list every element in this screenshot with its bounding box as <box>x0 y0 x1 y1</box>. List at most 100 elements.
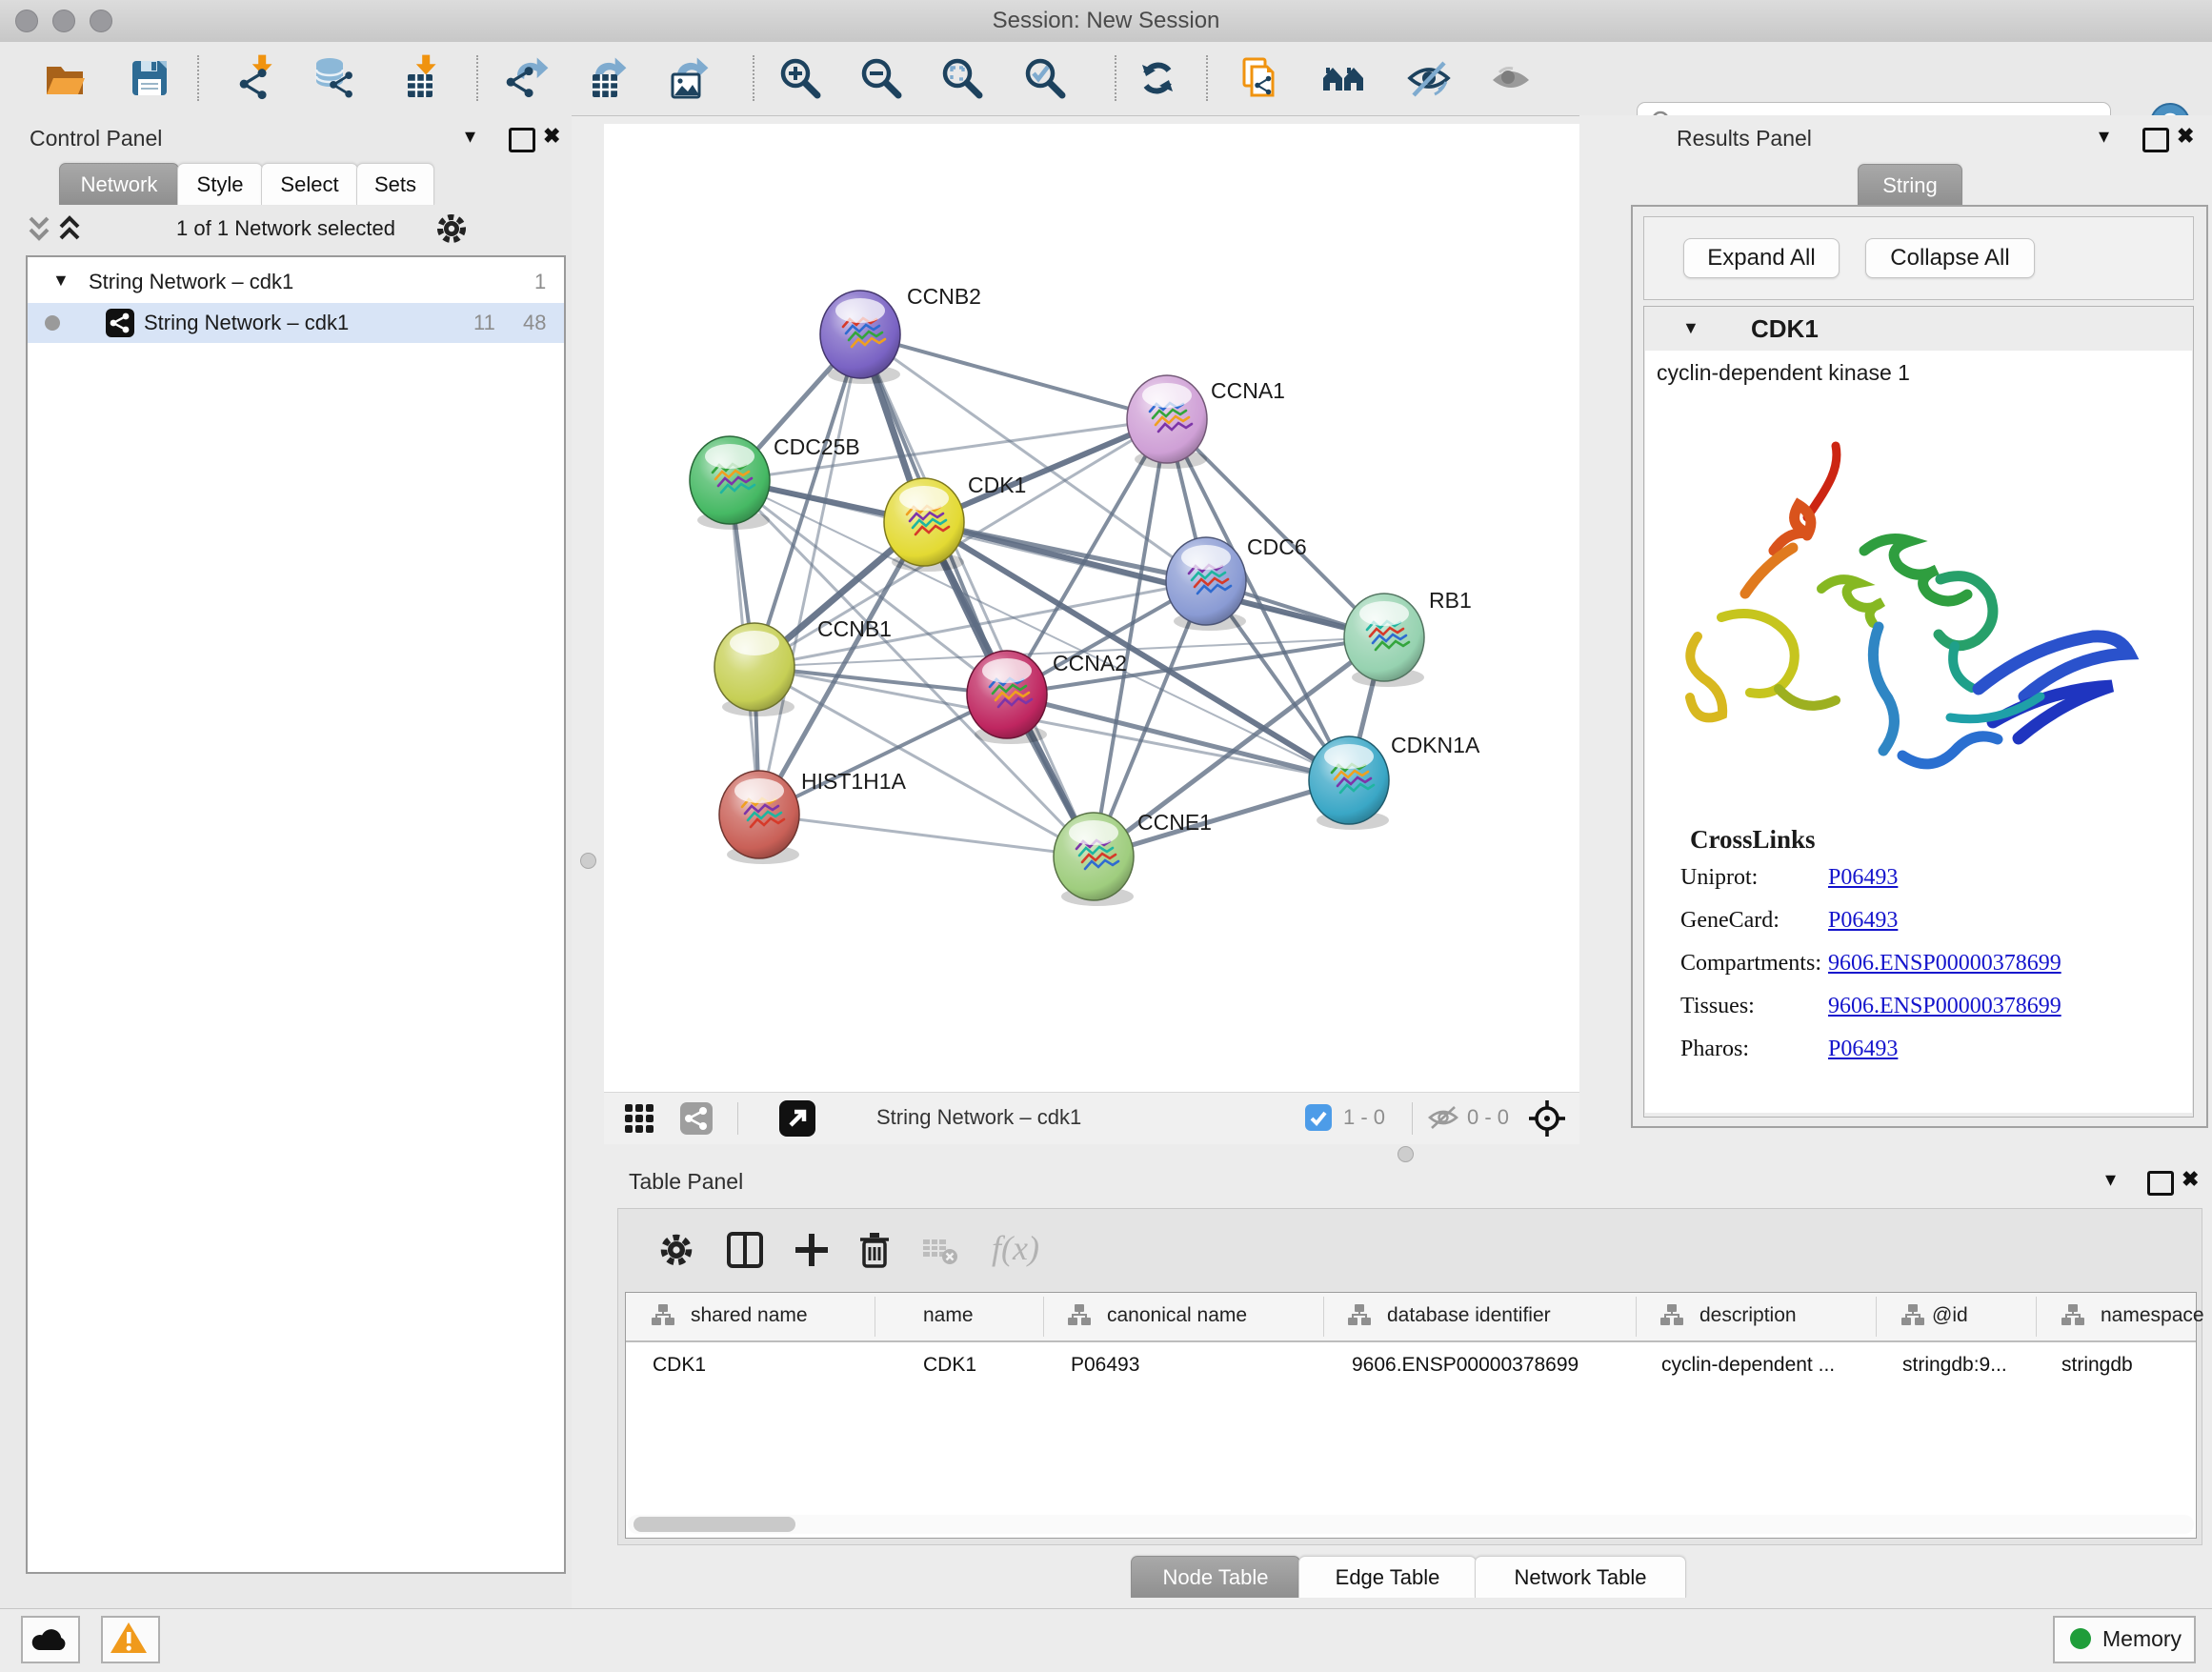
table-panel-menu-icon[interactable]: ▾ <box>2105 1169 2116 1190</box>
table-cell[interactable]: 9606.ENSP00000378699 <box>1352 1354 1579 1377</box>
column-divider[interactable] <box>1876 1297 1877 1337</box>
control-panel-float-icon[interactable] <box>509 128 535 152</box>
tab-sets[interactable]: Sets <box>356 163 434 205</box>
selected-checkbox-icon[interactable] <box>1305 1104 1332 1136</box>
table-columns-icon[interactable] <box>725 1230 765 1275</box>
node-table[interactable]: shared name name canonical name database id… <box>625 1292 2197 1539</box>
edge-CCNB2-HIST1H1A[interactable] <box>759 334 860 815</box>
table-panel-close-icon[interactable]: ✖ <box>2182 1169 2199 1190</box>
collapse-all-button[interactable]: Collapse All <box>1865 238 2035 278</box>
control-panel-title: Control Panel <box>30 126 162 151</box>
node-CDKN1A[interactable]: CDKN1A <box>1309 733 1480 830</box>
tab-select[interactable]: Select <box>261 163 358 205</box>
left-splitter-handle[interactable] <box>580 853 596 869</box>
results-panel-float-icon[interactable] <box>2142 128 2169 152</box>
tab-string[interactable]: String <box>1858 164 1962 206</box>
export-network-icon[interactable] <box>500 52 552 104</box>
table-cell[interactable]: CDK1 <box>923 1354 976 1377</box>
network-share-icon[interactable] <box>680 1102 713 1139</box>
table-add-column-icon[interactable] <box>792 1230 832 1275</box>
results-panel-menu-icon[interactable]: ▾ <box>2099 126 2109 147</box>
refresh-icon[interactable] <box>1132 52 1183 104</box>
zoom-selected-icon[interactable] <box>1019 52 1071 104</box>
save-icon[interactable] <box>124 52 175 104</box>
crosslink-link[interactable]: P06493 <box>1828 1037 1898 1062</box>
column-header-description[interactable]: description <box>1699 1304 1797 1327</box>
crosslink-link[interactable]: P06493 <box>1828 865 1898 891</box>
column-divider[interactable] <box>2036 1297 2037 1337</box>
node-RB1[interactable]: RB1 <box>1344 588 1472 687</box>
network-graph[interactable]: CCNB2CCNA1CDC25BCDK1CDC6RB1CCNB1CCNA2CDK… <box>604 124 1579 1092</box>
memory-button[interactable]: Memory <box>2053 1616 2196 1663</box>
table-delete-icon[interactable] <box>855 1230 895 1275</box>
gene-header[interactable]: ▼ CDK1 <box>1644 307 2193 351</box>
crosslink-link[interactable]: 9606.ENSP00000378699 <box>1828 994 2061 1019</box>
tab-network[interactable]: Network <box>59 163 179 205</box>
import-network-icon[interactable] <box>231 52 283 104</box>
edge-CCNB2-CCNA1[interactable] <box>860 334 1167 419</box>
column-header-shared-name[interactable]: shared name <box>691 1304 808 1327</box>
table-cell[interactable]: stringdb:9... <box>1902 1354 2007 1377</box>
cloud-button[interactable] <box>21 1616 80 1663</box>
column-header-canonical-name[interactable]: canonical name <box>1107 1304 1247 1327</box>
table-cell[interactable]: stringdb <box>2061 1354 2133 1377</box>
tab-network-table[interactable]: Network Table <box>1475 1556 1686 1598</box>
crosslink-link[interactable]: P06493 <box>1828 908 1898 934</box>
node-CDK1[interactable]: CDK1 <box>884 473 1026 572</box>
zoom-fit-icon[interactable] <box>936 52 988 104</box>
edge-HIST1H1A-CCNE1[interactable] <box>759 815 1094 856</box>
zoom-in-icon[interactable] <box>774 52 826 104</box>
column-divider[interactable] <box>1323 1297 1324 1337</box>
tab-style[interactable]: Style <box>177 163 263 205</box>
export-table-icon[interactable] <box>578 52 630 104</box>
column-header--id[interactable]: @id <box>1932 1304 1968 1327</box>
node-CCNB2[interactable]: CCNB2 <box>820 284 981 384</box>
network-collection-row[interactable]: ▼ String Network – cdk1 1 <box>28 263 564 303</box>
hidden-eye-icon[interactable] <box>1427 1104 1459 1136</box>
node-CCNA1[interactable]: CCNA1 <box>1127 375 1285 469</box>
column-divider[interactable] <box>1636 1297 1637 1337</box>
table-cell[interactable]: P06493 <box>1071 1354 1139 1377</box>
column-divider[interactable] <box>1043 1297 1044 1337</box>
export-image-icon[interactable] <box>660 52 712 104</box>
table-gear-icon[interactable] <box>656 1230 696 1275</box>
open-folder-icon[interactable] <box>39 52 90 104</box>
results-panel-close-icon[interactable]: ✖ <box>2177 126 2194 147</box>
zoom-out-icon[interactable] <box>855 52 907 104</box>
warning-button[interactable] <box>101 1616 160 1663</box>
network-canvas[interactable]: CCNB2CCNA1CDC25BCDK1CDC6RB1CCNB1CCNA2CDK… <box>604 124 1579 1092</box>
string-home-icon[interactable] <box>1317 52 1369 104</box>
node-CDC6[interactable]: CDC6 <box>1166 534 1307 631</box>
footer-separator-2 <box>1412 1102 1413 1135</box>
column-header-database-identifier[interactable]: database identifier <box>1387 1304 1551 1327</box>
tab-edge-table[interactable]: Edge Table <box>1298 1556 1477 1598</box>
table-cell[interactable]: CDK1 <box>653 1354 706 1377</box>
control-panel-menu-icon[interactable]: ▾ <box>465 126 475 147</box>
table-cell[interactable]: cyclin-dependent ... <box>1661 1354 1835 1377</box>
column-header-name[interactable]: name <box>923 1304 974 1327</box>
control-panel-close-icon[interactable]: ✖ <box>543 126 560 147</box>
expand-all-button[interactable]: Expand All <box>1683 238 1840 278</box>
network-row-selected[interactable]: String Network – cdk1 11 48 <box>28 303 564 343</box>
duplicate-network-icon[interactable] <box>1234 52 1285 104</box>
gene-expander-icon[interactable]: ▼ <box>1682 318 1699 338</box>
hide-items-icon[interactable] <box>1403 52 1455 104</box>
crosslink-link[interactable]: 9606.ENSP00000378699 <box>1828 951 2061 977</box>
scrollbar-thumb[interactable] <box>633 1517 795 1532</box>
show-items-icon[interactable] <box>1485 52 1537 104</box>
network-options-gear-icon[interactable] <box>433 211 470 252</box>
table-panel-float-icon[interactable] <box>2147 1171 2174 1196</box>
collection-expander-icon[interactable]: ▼ <box>52 271 70 291</box>
import-database-icon[interactable] <box>309 52 360 104</box>
node-CCNA2[interactable]: CCNA2 <box>967 651 1127 744</box>
grid-view-icon[interactable] <box>623 1102 655 1139</box>
tab-node-table[interactable]: Node Table <box>1131 1556 1300 1598</box>
birds-eye-view-icon[interactable] <box>779 1100 815 1141</box>
table-horizontal-scrollbar[interactable] <box>628 1515 2194 1534</box>
node-CCNB1[interactable]: CCNB1 <box>714 616 892 716</box>
node-HIST1H1A[interactable]: HIST1H1A <box>719 769 907 864</box>
bottom-splitter-handle[interactable] <box>1398 1146 1414 1162</box>
fit-network-crosshair-icon[interactable] <box>1528 1099 1566 1142</box>
import-table-icon[interactable] <box>393 52 445 104</box>
column-header-namespace[interactable]: namespace <box>2101 1304 2204 1327</box>
